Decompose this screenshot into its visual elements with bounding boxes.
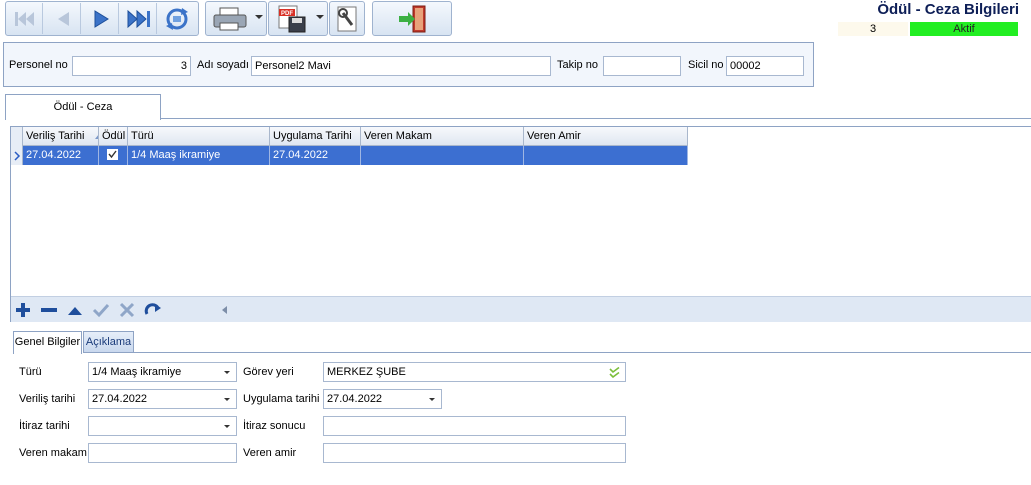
minus-icon <box>41 308 57 312</box>
odul-checkbox[interactable] <box>107 149 118 160</box>
delete-record-button[interactable] <box>39 300 59 320</box>
cell-uygulama-tarihi[interactable]: 27.04.2022 <box>270 146 361 165</box>
close-icon <box>119 302 135 318</box>
last-record-button[interactable] <box>121 3 157 34</box>
veren-makam-input[interactable] <box>88 443 237 463</box>
next-record-button[interactable] <box>83 3 119 34</box>
cell-odul[interactable] <box>99 146 128 165</box>
personnel-panel: Personel no 3 Adı soyadı Personel2 Mavi … <box>3 42 814 87</box>
main-tab-bar: Ödül - Ceza <box>3 94 1031 120</box>
personel-no-label: Personel no <box>9 59 68 71</box>
current-row-icon <box>14 151 21 161</box>
awards-grid: Veriliş Tarihi Ödül Türü Uygulama Tarihi… <box>10 126 1031 322</box>
adi-soyadi-label: Adı soyadı <box>197 59 249 71</box>
refresh-icon <box>166 7 188 30</box>
turu-value: 1/4 Maaş ikramiye <box>92 366 182 378</box>
exit-door-icon <box>397 4 429 37</box>
chevron-down-icon[interactable] <box>224 425 230 428</box>
cancel-record-button[interactable] <box>117 300 137 320</box>
save-record-button[interactable] <box>91 300 111 320</box>
first-record-button[interactable] <box>7 3 43 34</box>
itiraz-tarihi-label: İtiraz tarihi <box>19 420 70 432</box>
status-badge: Aktif <box>910 22 1018 36</box>
veren-makam-label: Veren makam <box>19 447 87 459</box>
svg-text:PDF: PDF <box>281 11 293 17</box>
sicil-no-input[interactable]: 00002 <box>726 56 804 76</box>
exit-button[interactable] <box>372 1 452 36</box>
add-record-button[interactable] <box>13 300 33 320</box>
record-navigation-group <box>5 1 199 36</box>
tab-odul-ceza[interactable]: Ödül - Ceza <box>5 94 161 120</box>
detail-tab-divider <box>83 352 1031 353</box>
record-number: 3 <box>838 22 908 36</box>
turu-combo[interactable]: 1/4 Maaş ikramiye <box>88 362 237 382</box>
veren-amir-label: Veren amir <box>243 447 297 459</box>
column-header-veren-amir[interactable]: Veren Amir <box>524 127 688 146</box>
chevron-down-icon[interactable] <box>316 15 324 19</box>
next-record-icon <box>94 9 109 28</box>
uygulama-tarihi-value: 27.04.2022 <box>327 393 383 405</box>
refresh-grid-button[interactable] <box>143 300 163 320</box>
column-header-odul[interactable]: Ödül <box>99 127 128 146</box>
last-record-icon <box>127 9 150 28</box>
plus-icon <box>16 303 30 317</box>
turu-label: Türü <box>19 366 42 378</box>
pdf-export-button[interactable]: PDF <box>268 1 328 36</box>
check-icon <box>92 303 110 318</box>
takip-no-input[interactable] <box>603 56 681 76</box>
tools-button[interactable] <box>329 1 365 36</box>
chevron-down-icon[interactable] <box>224 398 230 401</box>
scroll-left-icon[interactable] <box>222 306 228 314</box>
checkmark-icon <box>108 150 117 159</box>
verilis-tarihi-date[interactable]: 27.04.2022 <box>88 389 237 409</box>
chevron-down-icon[interactable] <box>429 398 435 401</box>
gorev-yeri-label: Görev yeri <box>243 366 294 378</box>
refresh-button[interactable] <box>159 3 195 34</box>
chevron-down-icon[interactable] <box>224 371 230 374</box>
redo-icon <box>144 303 161 315</box>
edit-record-button[interactable] <box>65 300 85 320</box>
tab-aciklama[interactable]: Açıklama <box>83 331 134 353</box>
cell-veren-amir[interactable] <box>524 146 688 165</box>
gorev-yeri-value: MERKEZ ŞUBE <box>327 366 406 378</box>
grid-navigator <box>11 296 1031 322</box>
veren-amir-input[interactable] <box>323 443 626 463</box>
previous-record-icon <box>57 11 69 26</box>
triangle-up-icon <box>68 307 82 315</box>
column-header-turu[interactable]: Türü <box>128 127 270 146</box>
column-header-label: Veriliş Tarihi <box>26 130 85 142</box>
first-record-icon <box>14 11 34 26</box>
verilis-tarihi-label: Veriliş tarihi <box>19 393 76 405</box>
tools-icon <box>335 5 361 36</box>
adi-soyadi-input[interactable]: Personel2 Mavi <box>251 56 551 76</box>
cell-verilis-tarihi[interactable]: 27.04.2022 <box>23 146 99 165</box>
column-header-verilis-tarihi[interactable]: Veriliş Tarihi <box>23 127 99 146</box>
uygulama-tarihi-label: Uygulama tarihi <box>243 393 320 405</box>
uygulama-tarihi-date[interactable]: 27.04.2022 <box>323 389 442 409</box>
print-button[interactable] <box>205 1 267 36</box>
column-header-veren-makam[interactable]: Veren Makam <box>361 127 524 146</box>
itiraz-sonucu-input[interactable] <box>323 416 626 436</box>
page-title: Ödül - Ceza Bilgileri <box>877 1 1019 18</box>
previous-record-button[interactable] <box>45 3 81 34</box>
personel-no-input[interactable]: 3 <box>72 56 191 76</box>
printer-icon <box>212 6 250 35</box>
tab-divider <box>160 118 1031 119</box>
verilis-tarihi-value: 27.04.2022 <box>92 393 148 405</box>
pdf-save-icon: PDF <box>277 5 307 36</box>
main-toolbar: PDF <box>0 0 460 38</box>
cell-veren-makam[interactable] <box>361 146 524 165</box>
itiraz-sonucu-label: İtiraz sonucu <box>243 420 306 432</box>
cell-turu[interactable]: 1/4 Maaş ikramiye <box>128 146 270 165</box>
row-indicator-column <box>11 127 23 165</box>
sicil-no-label: Sicil no <box>688 59 724 71</box>
chevron-down-icon[interactable] <box>255 15 263 19</box>
column-header-uygulama-tarihi[interactable]: Uygulama Tarihi <box>270 127 361 146</box>
itiraz-tarihi-date[interactable] <box>88 416 237 436</box>
tab-genel-bilgiler[interactable]: Genel Bilgiler <box>13 331 82 354</box>
double-check-icon[interactable] <box>609 367 621 378</box>
takip-no-label: Takip no <box>557 59 598 71</box>
gorev-yeri-field[interactable]: MERKEZ ŞUBE <box>323 362 626 382</box>
